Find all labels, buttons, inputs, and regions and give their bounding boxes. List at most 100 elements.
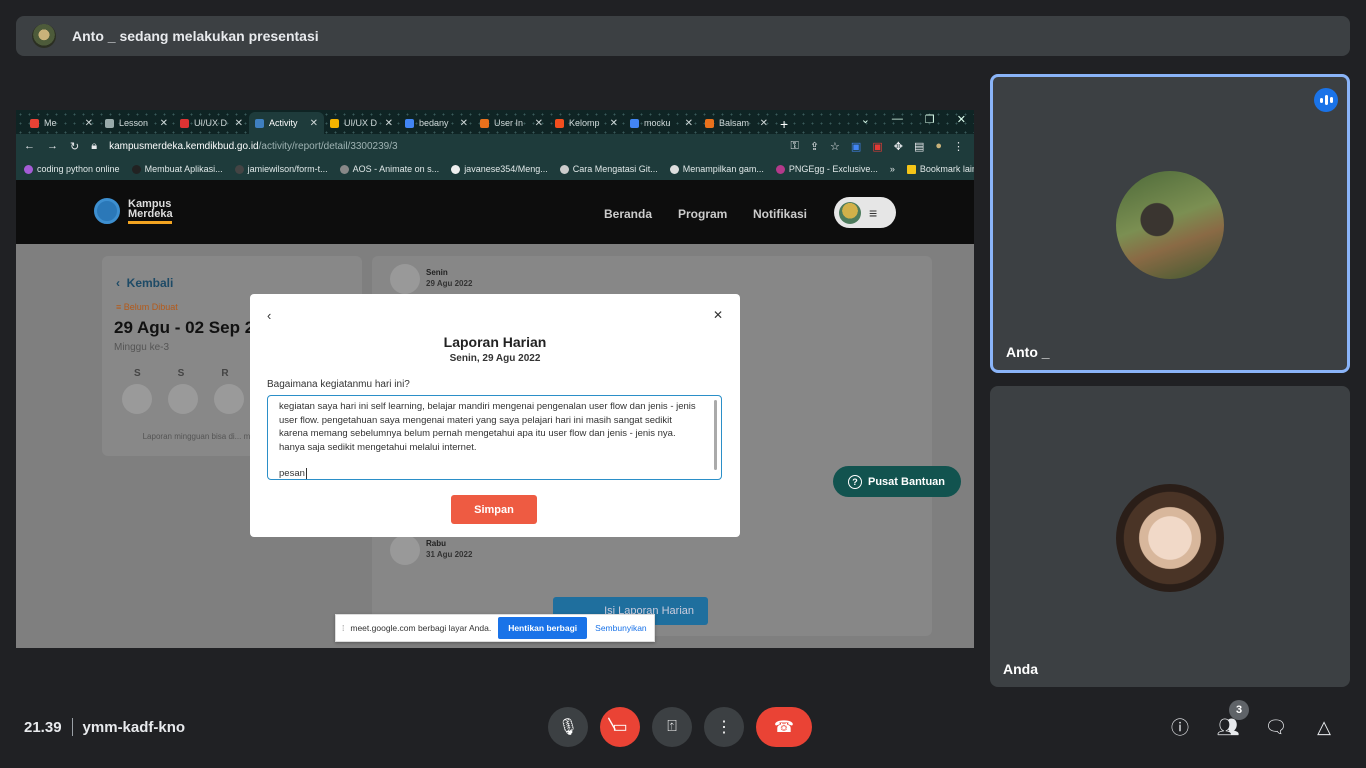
divider	[71, 718, 73, 736]
daily-report-modal: ‹ ✕ Laporan Harian Senin, 29 Agu 2022 Ba…	[250, 294, 740, 537]
day-circle[interactable]	[214, 384, 244, 414]
day-circle[interactable]	[168, 384, 198, 414]
participant-tile-anda[interactable]: Anda	[990, 386, 1350, 687]
other-bookmarks[interactable]: Bookmark lain	[906, 164, 974, 174]
day-circle[interactable]	[122, 384, 152, 414]
tab-search-icon[interactable]: ⌄	[861, 113, 870, 126]
back-arrow-icon[interactable]: ←	[24, 140, 35, 152]
bookmark-item[interactable]: jamiewilson/form-t...	[234, 164, 328, 174]
bookmark-label: javanese354/Meng...	[464, 164, 548, 174]
new-tab-icon[interactable]: +	[780, 116, 788, 132]
present-button[interactable]: ⍐	[652, 707, 692, 747]
share-icon[interactable]: ⇪	[810, 140, 819, 153]
spark-icon	[480, 118, 489, 128]
screen-share-notice: ⁞ meet.google.com berbagi layar Anda. He…	[335, 614, 655, 642]
participant-name: Anto _	[1006, 344, 1050, 360]
browser-menu-icon[interactable]: ⋮	[953, 140, 964, 153]
bookmark-item[interactable]: javanese354/Meng...	[451, 164, 548, 174]
nav-beranda[interactable]: Beranda	[604, 207, 652, 221]
day-letters: S S R	[134, 368, 229, 379]
activity-textarea[interactable]: kegiatan saya hari ini self learning, be…	[267, 395, 722, 480]
browser-tab[interactable]: Me ✕	[24, 112, 99, 134]
modal-close-icon[interactable]: ✕	[713, 308, 723, 322]
figma-icon	[555, 118, 564, 128]
browser-tab[interactable]: UI/UX D ✕	[324, 112, 399, 134]
close-tab-icon[interactable]: ✕	[610, 118, 618, 129]
profile-avatar-icon[interactable]: ●	[935, 140, 942, 153]
meeting-info: 21.39 ymm-kadf-kno	[24, 718, 185, 736]
browser-tab[interactable]: UI/UX D ✕	[174, 112, 249, 134]
reload-icon[interactable]: ↻	[70, 140, 79, 153]
chat-button[interactable]: 🗨︎	[1262, 713, 1290, 741]
browser-tab[interactable]: mocku ✕	[624, 112, 699, 134]
close-tab-icon[interactable]: ✕	[85, 118, 93, 129]
meeting-details-button[interactable]: ⓘ	[1166, 713, 1194, 741]
browser-tab[interactable]: bedany ✕	[399, 112, 474, 134]
save-button[interactable]: Simpan	[451, 495, 537, 524]
hide-button[interactable]: Sembunyikan	[595, 623, 647, 633]
browser-tab[interactable]: Balsam ✕	[699, 112, 774, 134]
microphone-button[interactable]: 🎙︎	[548, 707, 588, 747]
bookmarks-overflow-icon[interactable]: »	[890, 164, 895, 174]
entry-date: 29 Agu 2022	[426, 279, 473, 288]
back-link[interactable]: ‹ Kembali	[116, 276, 173, 290]
browser-tab[interactable]: Activity ✕	[249, 112, 324, 134]
close-tab-icon[interactable]: ✕	[535, 118, 543, 129]
modal-back-icon[interactable]: ‹	[267, 308, 271, 323]
bookmark-item[interactable]: Menampilkan gam...	[669, 164, 764, 174]
browser-tab[interactable]: Kelomp ✕	[549, 112, 624, 134]
presenter-banner-text: Anto _ sedang melakukan presentasi	[72, 28, 319, 44]
nav-program[interactable]: Program	[678, 207, 727, 221]
participant-name: Anda	[1003, 661, 1038, 677]
leave-call-button[interactable]: ☎︎	[756, 707, 812, 747]
url-field[interactable]: kampusmerdeka.kemdikbud.go.id/activity/r…	[109, 141, 398, 152]
extension-red-icon[interactable]: ▣	[872, 140, 882, 153]
bookmark-item[interactable]: Cara Mengatasi Git...	[559, 164, 658, 174]
status-label: ≡ Belum Dibuat	[116, 302, 178, 312]
drag-handle-icon[interactable]: ⁞	[342, 623, 344, 633]
restore-icon[interactable]: ❐	[925, 113, 935, 126]
microphone-icon: 🎙︎	[557, 719, 579, 736]
key-icon[interactable]: ⚿	[790, 140, 798, 153]
bookmark-item[interactable]: AOS - Animate on s...	[339, 164, 439, 174]
sidepanel-icon[interactable]: ▤	[914, 140, 924, 153]
bookmark-label: coding python online	[37, 164, 120, 174]
extensions-icon[interactable]: ✥	[894, 140, 903, 153]
meeting-code: ymm-kadf-kno	[82, 718, 186, 736]
profile-menu[interactable]: ≡	[834, 197, 896, 228]
hamburger-icon: ≡	[869, 204, 878, 221]
more-options-button[interactable]: ⋮	[704, 707, 744, 747]
modal-subtitle: Senin, 29 Agu 2022	[449, 353, 541, 364]
close-tab-icon[interactable]: ✕	[310, 118, 318, 129]
activities-button[interactable]: △	[1310, 713, 1338, 741]
stop-sharing-button[interactable]: Hentikan berbagi	[498, 617, 588, 639]
bookmark-item[interactable]: Membuat Aplikasi...	[131, 164, 223, 174]
star-icon[interactable]: ☆	[830, 140, 840, 153]
presenter-banner: Anto _ sedang melakukan presentasi	[16, 16, 1350, 56]
help-center-button[interactable]: ? Pusat Bantuan	[833, 466, 961, 497]
close-tab-icon[interactable]: ✕	[385, 118, 393, 129]
close-tab-icon[interactable]: ✕	[160, 118, 168, 129]
close-tab-icon[interactable]: ✕	[685, 118, 693, 129]
textarea-scrollbar[interactable]	[714, 400, 717, 470]
bookmark-favicon-icon	[775, 164, 785, 174]
browser-tab[interactable]: User In ✕	[474, 112, 549, 134]
browser-tab-label: mocku	[644, 118, 671, 128]
bookmark-favicon-icon	[339, 164, 349, 174]
close-tab-icon[interactable]: ✕	[760, 118, 768, 129]
translate-icon[interactable]: ▣	[851, 140, 861, 153]
close-tab-icon[interactable]: ✕	[235, 118, 243, 129]
drive-icon	[330, 118, 339, 128]
browser-tab[interactable]: Lesson ✕	[99, 112, 174, 134]
bookmark-item[interactable]: PNGEgg - Exclusive...	[775, 164, 878, 174]
nav-notifikasi[interactable]: Notifikasi	[753, 207, 807, 221]
minimize-icon[interactable]: —	[892, 113, 903, 126]
kampus-merdeka-logo[interactable]: Kampus Merdeka	[94, 198, 182, 224]
bookmark-item[interactable]: coding python online	[24, 164, 120, 174]
participant-tile-anto[interactable]: Anto _	[990, 74, 1350, 373]
camera-off-button[interactable]: ▭ /	[600, 707, 640, 747]
close-tab-icon[interactable]: ✕	[460, 118, 468, 129]
browser-tab-label: bedany	[419, 118, 449, 128]
close-window-icon[interactable]: ✕	[957, 113, 966, 126]
forward-arrow-icon[interactable]: →	[47, 140, 58, 152]
